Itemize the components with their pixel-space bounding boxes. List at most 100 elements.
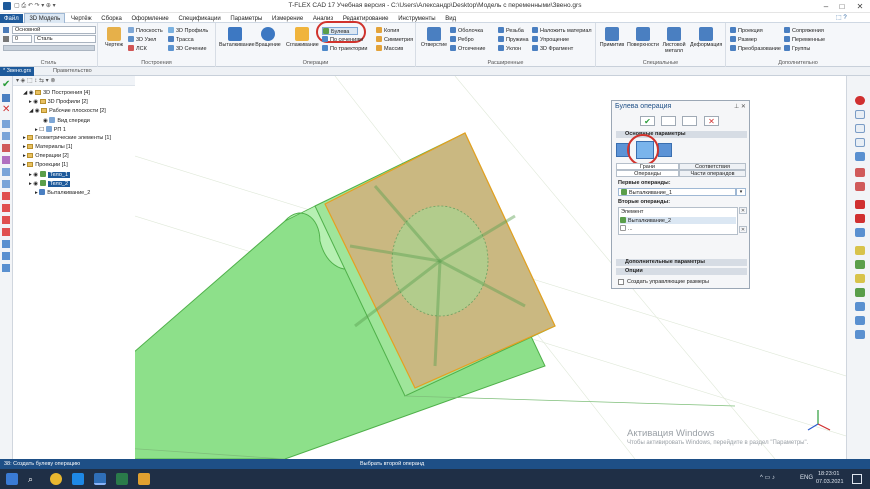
tree-node[interactable]: ▸ Материалы [1] bbox=[23, 144, 72, 151]
clock-time[interactable]: 18:23:01 bbox=[818, 471, 839, 477]
sketch-button[interactable]: Чертеж bbox=[102, 27, 126, 48]
texture-icon[interactable] bbox=[855, 288, 865, 297]
op-intersect-button[interactable] bbox=[658, 143, 672, 157]
preview-button[interactable] bbox=[661, 116, 676, 126]
clock-date[interactable]: 07.03.2021 bbox=[816, 479, 844, 485]
projection-button[interactable]: Проекция bbox=[730, 27, 763, 35]
extrude-button[interactable]: Выталкивание bbox=[219, 27, 255, 48]
tab-operands[interactable]: Операнды bbox=[616, 170, 679, 177]
cancel-button[interactable]: ✕ bbox=[704, 116, 719, 126]
zoom-out-icon[interactable] bbox=[855, 138, 865, 147]
tool-icon-11[interactable] bbox=[2, 240, 10, 248]
tree-node[interactable]: ▸ ◉ Тело_1 bbox=[29, 171, 70, 178]
sweep-button[interactable]: По траектории bbox=[322, 45, 367, 53]
menu-3d-model[interactable]: 3D Модель bbox=[24, 13, 66, 23]
primitive-button[interactable]: Примитив bbox=[598, 27, 626, 48]
loft-button[interactable]: По сечениям bbox=[322, 36, 363, 44]
smooth-button[interactable]: Сглаживание bbox=[286, 27, 319, 48]
material-combo[interactable]: Сталь bbox=[34, 35, 96, 43]
tflex-taskbar-icon[interactable] bbox=[94, 473, 106, 485]
revolve-button[interactable]: Вращение bbox=[254, 27, 282, 48]
profile3d-button[interactable]: 3D Профиль bbox=[168, 27, 208, 35]
chrome-icon[interactable] bbox=[50, 473, 62, 485]
tool-icon-2[interactable] bbox=[2, 132, 10, 140]
props-icon[interactable] bbox=[2, 94, 10, 102]
rotate-icon[interactable] bbox=[855, 152, 865, 161]
panel-pin-close-icon[interactable]: ⊥ ✕ bbox=[734, 103, 746, 110]
node-button[interactable]: 3D Узел bbox=[128, 36, 156, 44]
check2-icon[interactable] bbox=[855, 214, 865, 223]
help-icon[interactable]: ⬚ ? bbox=[836, 14, 847, 21]
maximize-icon[interactable]: □ bbox=[836, 1, 848, 12]
create-dims-checkbox[interactable] bbox=[618, 279, 624, 285]
transform-button[interactable]: Преобразование bbox=[730, 45, 781, 53]
render-icon[interactable] bbox=[855, 246, 865, 255]
fragment3d-button[interactable]: 3D Фрагмент bbox=[532, 45, 573, 53]
light-icon[interactable] bbox=[855, 274, 865, 283]
tree-node[interactable]: ▸ ◉ 3D Профили [2] bbox=[29, 99, 88, 106]
plane-button[interactable]: Плоскость bbox=[128, 27, 163, 35]
tree-toolbar[interactable]: ▾ ◈ ⬚ ↕ ⇆ ▾ ⊗ bbox=[13, 76, 135, 86]
array-button[interactable]: Массив bbox=[376, 45, 403, 53]
shell-button[interactable]: Оболочка bbox=[450, 27, 483, 35]
thickness-combo[interactable]: 0 bbox=[12, 35, 32, 43]
app-c-icon[interactable] bbox=[72, 473, 84, 485]
surfaces-button[interactable]: Поверхности bbox=[627, 27, 659, 48]
tab-match[interactable]: Соответствия bbox=[679, 163, 746, 170]
tool-icon-1[interactable] bbox=[2, 120, 10, 128]
first-operand-field[interactable]: Выталкивание_1 bbox=[618, 188, 736, 196]
tool-icon-13[interactable] bbox=[2, 264, 10, 272]
shade-icon[interactable] bbox=[855, 260, 865, 269]
mates-button[interactable]: Сопряжения bbox=[784, 27, 824, 35]
path-button[interactable]: Трасса bbox=[168, 36, 194, 44]
tool-icon-9[interactable] bbox=[2, 216, 10, 224]
filter2-icon[interactable] bbox=[855, 182, 865, 191]
simplify-button[interactable]: Упрощение bbox=[532, 36, 569, 44]
language-indicator[interactable]: ENG bbox=[800, 475, 813, 481]
folder-taskbar-icon[interactable] bbox=[138, 473, 150, 485]
tab-gov[interactable]: Правительство bbox=[50, 67, 95, 76]
search-icon[interactable]: ⌕ bbox=[28, 473, 40, 485]
apply-material-button[interactable]: Наложить материал bbox=[532, 27, 592, 35]
camera-icon[interactable] bbox=[855, 316, 865, 325]
rib-button[interactable]: Ребро bbox=[450, 36, 474, 44]
tab-faces[interactable]: Грани bbox=[616, 163, 679, 170]
close-icon[interactable]: ✕ bbox=[854, 1, 866, 12]
tree-node[interactable]: ▸ ◉ Тело_2 bbox=[29, 180, 70, 187]
section-options[interactable]: Опции bbox=[616, 268, 747, 275]
mirror-button[interactable]: Симметрия bbox=[376, 36, 413, 44]
tool-icon-12[interactable] bbox=[2, 252, 10, 260]
tab-model[interactable]: * Звено.grs bbox=[0, 67, 35, 76]
sheet-metal-button[interactable]: Листовой металл bbox=[660, 27, 688, 54]
filter-icon[interactable] bbox=[855, 168, 865, 177]
tool-icon-6[interactable] bbox=[2, 180, 10, 188]
dimension-button[interactable]: Размер bbox=[730, 36, 757, 44]
layers-icon[interactable] bbox=[855, 330, 865, 339]
layer-combo[interactable]: Основной bbox=[12, 26, 96, 34]
groups-button[interactable]: Группы bbox=[784, 45, 810, 53]
zoom-icon[interactable] bbox=[855, 110, 865, 119]
zoom-in-icon[interactable] bbox=[855, 124, 865, 133]
remove-all-icon[interactable]: ✕ bbox=[739, 226, 747, 233]
view-icon[interactable] bbox=[855, 228, 865, 237]
first-operand-dropdown[interactable]: ▾ bbox=[736, 188, 746, 196]
tool-icon-3[interactable] bbox=[2, 144, 10, 152]
section3d-button[interactable]: 3D Сечение bbox=[168, 45, 207, 53]
tree-node[interactable]: ▸ Геометрические элементы [1] bbox=[23, 135, 111, 142]
tool-icon-4[interactable] bbox=[2, 156, 10, 164]
thread-button[interactable]: Резьба bbox=[498, 27, 524, 35]
tree-node[interactable]: ▸ Выталкивание_2 bbox=[35, 189, 90, 196]
list-item[interactable]: ... bbox=[620, 225, 736, 232]
magnet-icon[interactable] bbox=[855, 96, 865, 105]
spring-button[interactable]: Пружина bbox=[498, 36, 529, 44]
tab-parts[interactable]: Части операндов bbox=[679, 170, 746, 177]
section-extra[interactable]: Дополнительные параметры bbox=[616, 259, 747, 266]
draft-button[interactable]: Уклон bbox=[498, 45, 521, 53]
tool-icon-7[interactable] bbox=[2, 192, 10, 200]
lcs-button[interactable]: ЛСК bbox=[128, 45, 147, 53]
tree-node[interactable]: ◢ ◉ 3D Построения [4] bbox=[23, 90, 90, 97]
tray-icons[interactable]: ^ ▭ ♪ bbox=[760, 474, 775, 481]
remove-item-icon[interactable]: ✕ bbox=[739, 207, 747, 214]
tool-icon-5[interactable] bbox=[2, 168, 10, 176]
minimize-icon[interactable]: – bbox=[820, 1, 832, 12]
